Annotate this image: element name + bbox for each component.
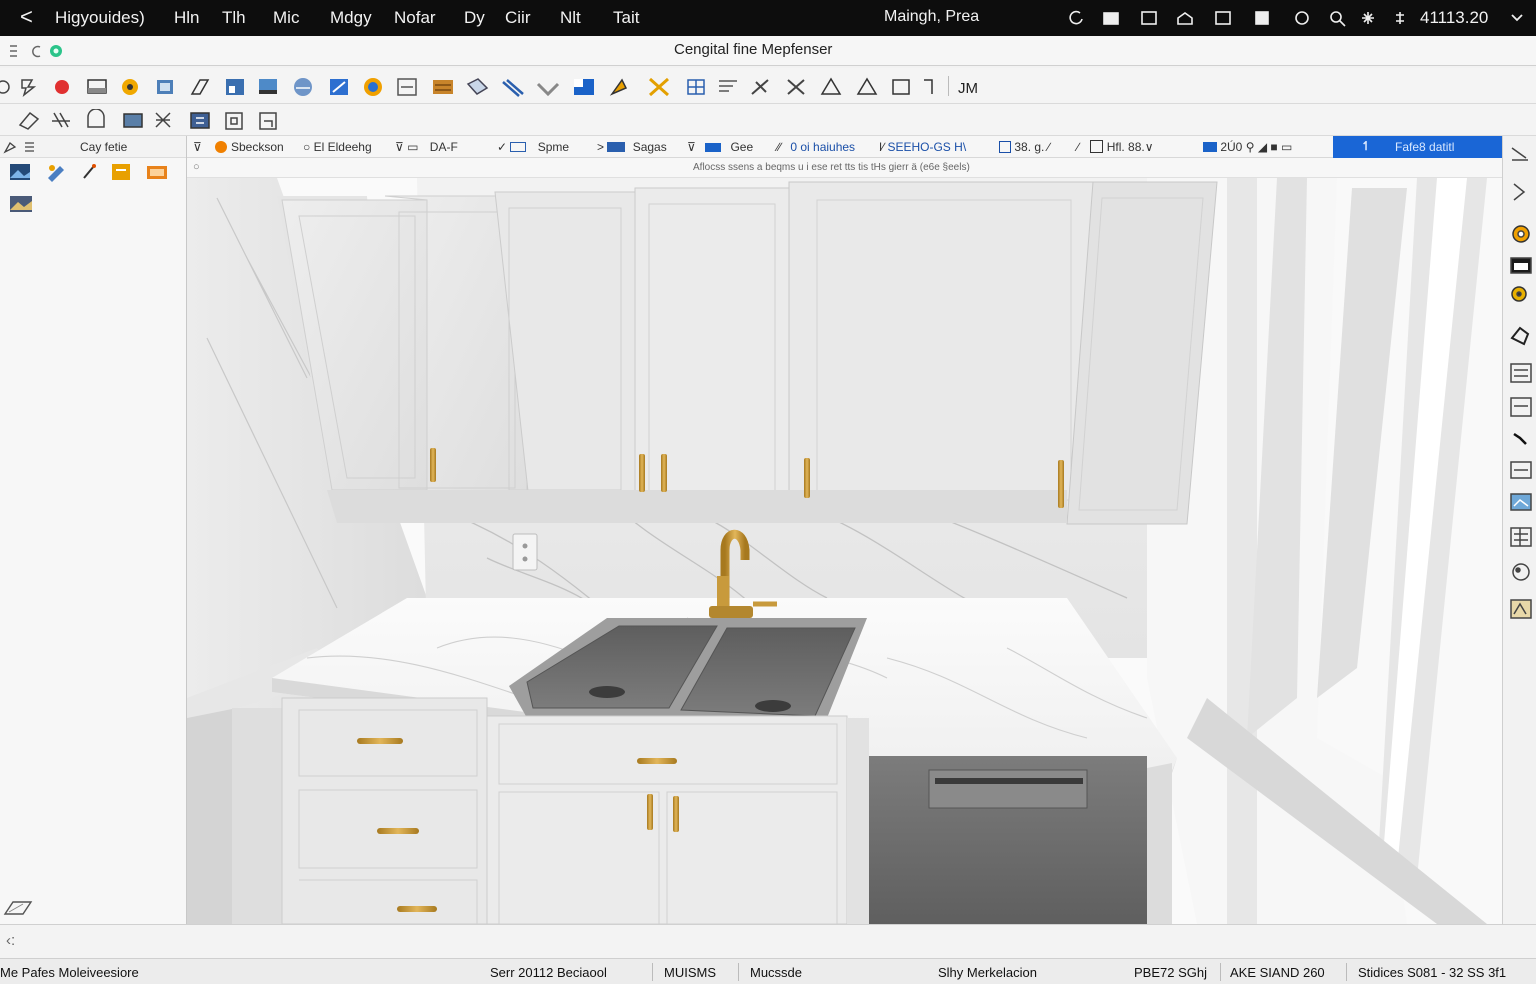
status-separator xyxy=(1346,963,1347,981)
option-3[interactable]: ⊽ ▭ DA-F xyxy=(395,140,458,154)
status-bar: Me Pafes Moleiveesiore Serr 20112 Beciao… xyxy=(0,958,1536,984)
hint-text: Aflocss ssens a beqms u i ese ret tts ti… xyxy=(693,162,970,173)
kitchen-render[interactable] xyxy=(187,178,1502,924)
option-6[interactable]: ⊽ Gee xyxy=(687,140,753,154)
chevron-down-icon[interactable] xyxy=(1510,12,1524,24)
hint-bar: ○ Aflocss ssens a beqms u i ese ret tts … xyxy=(187,158,1502,178)
option-9[interactable]: 38. g. ∕ xyxy=(999,140,1050,154)
option-4-label: Spme xyxy=(537,140,570,154)
status-cell-5: PBE72 SGhj xyxy=(1134,965,1207,980)
option-11-label: 2Ú0 xyxy=(1220,140,1243,154)
option-8-label: SEEHO-GS H\ xyxy=(887,140,967,154)
option-9-label: 38. g. xyxy=(1014,140,1045,154)
option-3-label: DA-F xyxy=(429,140,458,154)
status-cell-1: Serr 20112 Beciaool xyxy=(490,965,607,980)
menu-item-2[interactable]: Hln xyxy=(174,8,200,28)
title-bar: Cengital fine Mepfenser xyxy=(0,36,1536,66)
status-cell-4: Slhy Merkelacion xyxy=(938,965,1037,980)
option-5-label: Sagas xyxy=(632,140,667,154)
layer-icon[interactable] xyxy=(3,899,33,917)
menu-bar: < Higyouides) Hln Tlh Mic Mdgy Nofar Dy … xyxy=(0,0,1536,36)
option-11[interactable]: 2Ú0 ⚲ ◢ ■ ▭ xyxy=(1203,140,1292,154)
option-6-label: Gee xyxy=(730,140,754,154)
toolbar-extra-label[interactable]: JM xyxy=(958,80,978,97)
left-panel-title: Cay fetie xyxy=(80,140,128,154)
status-separator xyxy=(1220,963,1221,981)
option-selection-label: Sbeckson xyxy=(231,140,284,154)
menu-item-8[interactable]: Ciir xyxy=(505,8,531,28)
option-10[interactable]: ∕ Hfl. 88.∨ xyxy=(1077,140,1154,154)
menu-item-3[interactable]: Tlh xyxy=(222,8,246,28)
status-cell-6: AKE SIAND 260 xyxy=(1230,965,1325,980)
right-tool-strip[interactable] xyxy=(1506,142,1536,632)
status-separator xyxy=(738,963,739,981)
status-icons xyxy=(1069,10,1404,27)
active-tab[interactable]: ↿ Fafe8 datitl xyxy=(1333,136,1502,158)
navigation-bar: ‹: xyxy=(0,924,1536,958)
option-2-label: El Eldeehg xyxy=(313,140,372,154)
status-cell-2: MUISMS xyxy=(664,965,716,980)
clock: 41113.20 xyxy=(1420,8,1489,27)
3d-viewport[interactable] xyxy=(187,178,1502,924)
option-7-label: 0 oi haiuhes xyxy=(790,140,856,154)
menu-item-6[interactable]: Nofar xyxy=(394,8,436,28)
option-10-label: Hfl. 88.∨ xyxy=(1106,140,1154,154)
window-title: Cengital fine Mepfenser xyxy=(674,41,833,58)
right-panel xyxy=(1502,136,1536,924)
left-panel: Cay fetie xyxy=(0,136,187,924)
option-7[interactable]: ∕∕ 0 oi haiuhes xyxy=(777,140,855,154)
hint-dot-icon: ○ xyxy=(193,161,200,173)
menu-item-10[interactable]: Tait xyxy=(613,8,639,28)
option-4[interactable]: ✓ Spme xyxy=(497,140,569,154)
status-cell-3: Mucssde xyxy=(750,965,803,980)
active-tab-label: Fafe8 datitl xyxy=(1395,140,1455,154)
panel-pin-icon[interactable] xyxy=(3,140,37,154)
option-8[interactable]: ǀ∕ SEEHO-GS H\ xyxy=(879,140,966,154)
menu-item-7[interactable]: Dy xyxy=(464,8,485,28)
active-tab-arrow-icon: ↿ xyxy=(1361,139,1372,153)
status-separator xyxy=(652,963,653,981)
menu-item-5[interactable]: Mdgy xyxy=(330,8,372,28)
option-2[interactable]: ○ El Eldeehg xyxy=(303,140,372,154)
menu-item-4[interactable]: Mic xyxy=(273,8,299,28)
menu-item-9[interactable]: Nlt xyxy=(560,8,581,28)
toolbar-separator xyxy=(948,76,949,96)
option-5[interactable]: > Sagas xyxy=(597,140,667,154)
toolbar-icons-row2[interactable] xyxy=(0,109,290,131)
toolbar-icons-row1[interactable] xyxy=(0,76,950,98)
left-panel-header: Cay fetie xyxy=(0,136,186,158)
collapse-icon[interactable]: ‹: xyxy=(6,932,15,949)
menu-item-1[interactable]: Higyouides) xyxy=(55,8,145,28)
menubar-center-text: Maingh, Prea xyxy=(884,8,980,25)
option-selection[interactable]: Sbeckson xyxy=(215,140,284,154)
main-toolbar: JM xyxy=(0,68,1536,104)
tool-palette[interactable] xyxy=(6,162,176,218)
window-controls[interactable] xyxy=(8,43,68,59)
status-cell-7: Stidices S081 - 32 SS 3f1 xyxy=(1358,965,1507,980)
status-left: Me Pafes Moleiveesiore xyxy=(0,965,139,980)
secondary-toolbar xyxy=(0,104,1536,136)
option-snap-icon[interactable]: ⊽ xyxy=(193,140,202,154)
options-bar: ⊽ Sbeckson ○ El Eldeehg ⊽ ▭ DA-F ✓ Spme … xyxy=(187,136,1502,158)
back-icon[interactable]: < xyxy=(20,4,33,30)
